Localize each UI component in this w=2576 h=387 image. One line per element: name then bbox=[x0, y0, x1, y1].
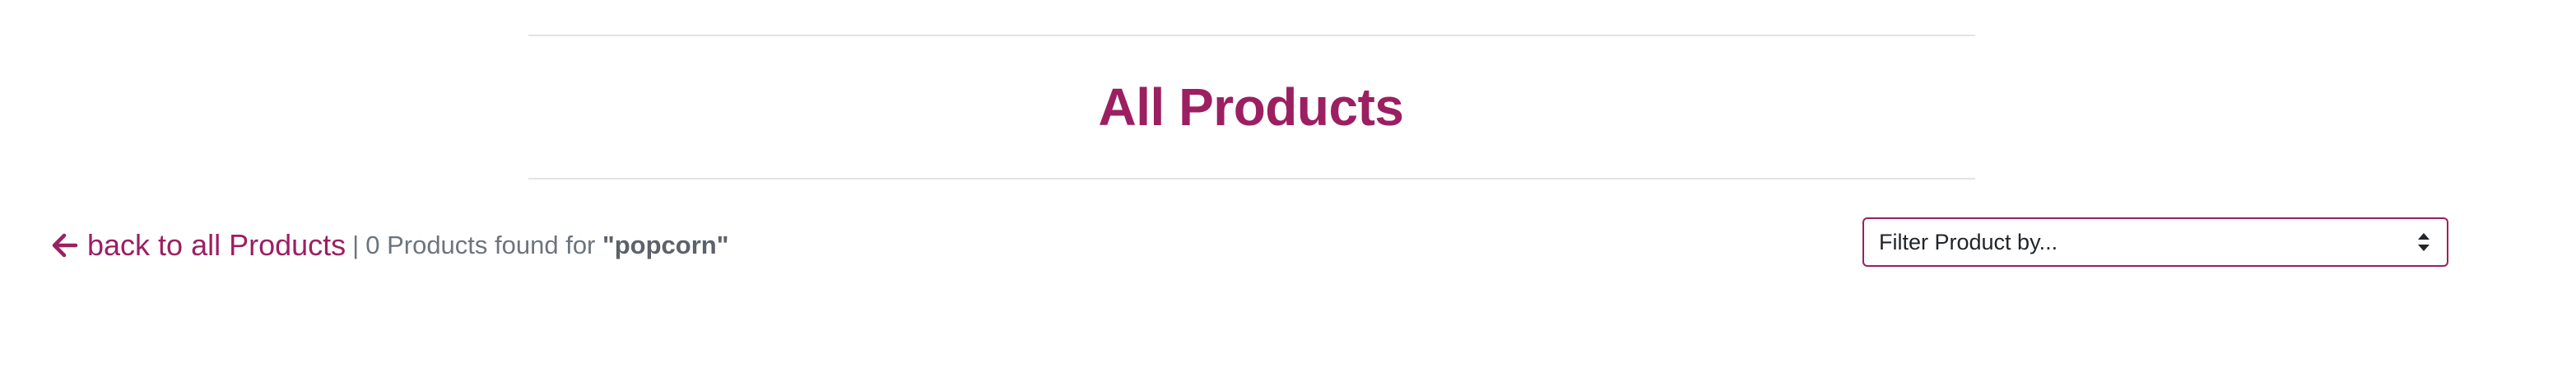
back-to-all-products-link[interactable]: back to all Products bbox=[49, 227, 346, 263]
sort-caret-icon bbox=[2417, 231, 2430, 253]
filter-product-select[interactable]: Filter Product by... bbox=[1862, 217, 2448, 267]
arrow-left-icon bbox=[49, 231, 79, 260]
page-title: All Products bbox=[1098, 77, 1404, 137]
search-query: "popcorn" bbox=[602, 231, 729, 259]
top-divider bbox=[528, 35, 1975, 36]
filter-select-value: Filter Product by... bbox=[1879, 229, 2058, 254]
bottom-divider bbox=[528, 178, 1975, 180]
search-results-bar: back to all Products | 0 Products found f… bbox=[49, 222, 728, 268]
results-count-text: | 0 Products found for "popcorn" bbox=[352, 227, 728, 263]
separator: | bbox=[352, 231, 360, 259]
back-link-label: back to all Products bbox=[87, 228, 346, 262]
results-found-label: 0 Products found for bbox=[365, 231, 596, 259]
